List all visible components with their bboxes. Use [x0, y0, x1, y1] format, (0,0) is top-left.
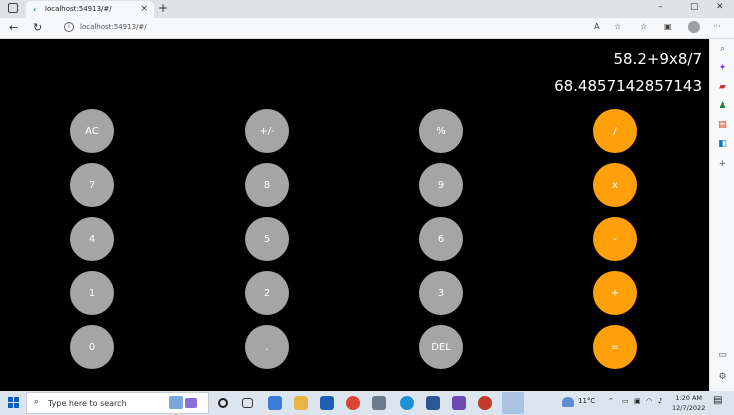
edge-icon[interactable]	[400, 396, 414, 410]
clock-date: 12/7/2022	[672, 404, 706, 412]
windows-taskbar: ⌕ Type here to search 11°C ⌃ ▭ ▣ ◠ ♪ 1:2…	[0, 391, 734, 415]
key-button[interactable]: +/-	[245, 109, 289, 153]
cortana-icon[interactable]	[218, 398, 228, 408]
favorite-star-icon[interactable]: ☆	[614, 22, 621, 31]
add-sidebar-app-icon[interactable]: +	[717, 159, 728, 170]
close-window-button[interactable]: ✕	[716, 2, 724, 12]
key-button[interactable]: 7	[70, 163, 114, 207]
taskbar-search[interactable]: ⌕ Type here to search	[26, 392, 209, 414]
battery-icon[interactable]: ▭	[622, 397, 629, 405]
address-toolbar: ← ↻ i localhost:54913/#/ A ☆ ☆ ▣ ···	[0, 18, 734, 39]
key-button[interactable]: x	[593, 163, 637, 207]
show-hidden-icons-icon[interactable]: ⌃	[608, 397, 614, 405]
minimize-button[interactable]: –	[658, 2, 663, 12]
key-button[interactable]: 9	[419, 163, 463, 207]
key-button[interactable]: =	[593, 325, 637, 369]
key-button[interactable]: .	[245, 325, 289, 369]
visual-studio-icon[interactable]	[452, 396, 466, 410]
key-button[interactable]: AC	[70, 109, 114, 153]
key-button[interactable]: /	[593, 109, 637, 153]
new-tab-button[interactable]: +	[158, 1, 168, 15]
key-button[interactable]: +	[593, 271, 637, 315]
key-button[interactable]: 2	[245, 271, 289, 315]
key-button[interactable]: DEL	[419, 325, 463, 369]
notifications-icon[interactable]: ▤	[713, 395, 722, 406]
key-button[interactable]: %	[419, 109, 463, 153]
mail-icon[interactable]	[320, 396, 334, 410]
tab-actions-icon[interactable]	[8, 3, 18, 13]
search-icon[interactable]: ⌕	[717, 44, 728, 55]
tab-title: localhost:54913/#/	[45, 5, 112, 13]
key-button[interactable]: 0	[70, 325, 114, 369]
volume-icon[interactable]: ♪	[658, 397, 662, 405]
key-button[interactable]: 8	[245, 163, 289, 207]
tab-strip: ‹ localhost:54913/#/ × + – ▢ ✕	[0, 0, 734, 18]
store-icon[interactable]	[268, 396, 282, 410]
key-button[interactable]: 5	[245, 217, 289, 261]
file-explorer-icon[interactable]	[294, 396, 308, 410]
sidebar-layout-icon[interactable]: ▭	[717, 350, 728, 361]
chrome-icon-2[interactable]	[478, 396, 492, 410]
settings-menu-button[interactable]: ···	[713, 22, 721, 31]
key-button[interactable]: 3	[419, 271, 463, 315]
monitor-icon[interactable]: ▣	[634, 397, 641, 405]
expression-display: 58.2+9x8/7	[613, 50, 702, 68]
search-icon: ⌕	[34, 397, 40, 407]
key-button[interactable]: 4	[70, 217, 114, 261]
browser-tab[interactable]: ‹ localhost:54913/#/ ×	[26, 1, 154, 18]
discover-icon[interactable]: ✦	[717, 63, 728, 74]
search-placeholder: Type here to search	[48, 399, 127, 408]
sidebar-settings-icon[interactable]: ⚙	[717, 372, 728, 383]
result-display: 68.4857142857143	[554, 77, 702, 95]
games-icon[interactable]: ♟	[717, 101, 728, 112]
back-button[interactable]: ←	[9, 21, 18, 34]
app-icon[interactable]	[372, 396, 386, 410]
start-button[interactable]	[8, 397, 20, 409]
key-button[interactable]: 6	[419, 217, 463, 261]
chrome-icon[interactable]	[346, 396, 360, 410]
favorites-icon[interactable]: ☆	[640, 22, 647, 31]
clock[interactable]: 1:20 AM 12/7/2022	[672, 393, 705, 413]
maximize-button[interactable]: ▢	[690, 2, 699, 12]
tab-close-icon[interactable]: ×	[140, 4, 148, 14]
temperature[interactable]: 11°C	[578, 397, 595, 405]
weather-icon[interactable]	[562, 397, 574, 407]
read-aloud-icon[interactable]: A	[594, 22, 599, 31]
key-button[interactable]: -	[593, 217, 637, 261]
site-info-icon[interactable]: i	[64, 22, 74, 32]
app-icon-2[interactable]	[426, 396, 440, 410]
office-icon[interactable]: ▤	[717, 120, 728, 131]
clock-time: 1:20 AM	[675, 394, 703, 402]
search-highlight-icon-2	[185, 398, 197, 408]
key-button[interactable]: 1	[70, 271, 114, 315]
reload-button[interactable]: ↻	[33, 21, 42, 34]
browser-sidebar: ⌕ ✦ ▰ ♟ ▤ ◧ + ▭ ⚙	[709, 39, 734, 391]
active-edge-icon[interactable]	[502, 392, 524, 414]
task-view-icon[interactable]	[242, 398, 253, 408]
address-input[interactable]: localhost:54913/#/	[80, 23, 147, 31]
profile-avatar[interactable]	[688, 21, 700, 33]
favicon-icon: ‹	[33, 5, 37, 14]
outlook-icon[interactable]: ◧	[717, 139, 728, 150]
calculator-app: 58.2+9x8/7 68.4857142857143 AC +/-% / 7 8 9 x 4…	[0, 39, 709, 391]
search-highlight-icon	[169, 396, 183, 409]
wifi-icon[interactable]: ◠	[646, 397, 652, 405]
collections-icon[interactable]: ▣	[664, 22, 672, 31]
tools-icon[interactable]: ▰	[717, 82, 728, 93]
